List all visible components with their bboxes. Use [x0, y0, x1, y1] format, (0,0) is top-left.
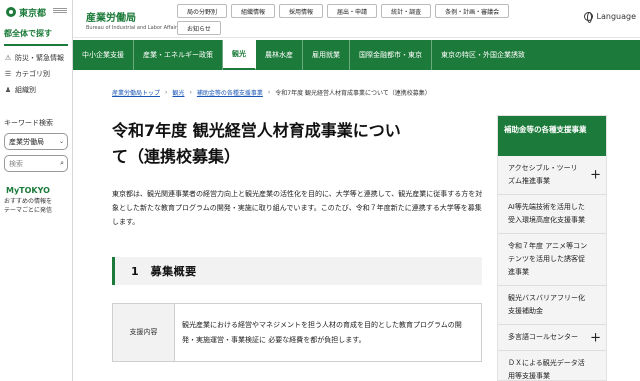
- scope-select-value: 産業労働局: [9, 137, 44, 146]
- nav-item-employment[interactable]: 雇用就業: [303, 40, 350, 70]
- nav-item-finance-city[interactable]: 国際金融都市・東京: [350, 40, 432, 70]
- bureau-name-jp: 産業労働局: [86, 13, 136, 24]
- header-button-recruitment[interactable]: 採用情報: [279, 4, 324, 18]
- logo-text: 東京都: [19, 8, 47, 19]
- org-icon: ♟: [4, 86, 12, 94]
- header-button-news[interactable]: お知らせ: [177, 21, 221, 35]
- breadcrumb-link-tourism[interactable]: 観光: [172, 88, 184, 97]
- section-heading: 1 募集概要: [112, 257, 482, 285]
- related-item-bus-barrier-free[interactable]: 観光バスバリアフリー化支援補助金: [498, 286, 606, 325]
- bureau-logo[interactable]: 産業労働局 Bureau of Industrial and Labor Aff…: [86, 9, 180, 31]
- mytokyo-link[interactable]: MyTOKYO: [6, 186, 72, 195]
- language-button[interactable]: Language: [583, 12, 636, 23]
- nav-item-industry-energy[interactable]: 産業・エネルギー政策: [134, 40, 223, 70]
- sidebar-item-label: 防災・緊急情報: [15, 54, 64, 62]
- sidebar-item-organization[interactable]: ♟ 組織別: [0, 82, 72, 98]
- related-item-call-center[interactable]: 多言語コールセンター +: [498, 325, 606, 351]
- related-item-ai-tech[interactable]: AI等先端技術を活用した受入環境高度化支援事業: [498, 195, 606, 234]
- related-sidebar-title[interactable]: 補助金等の各種支援事業: [498, 116, 606, 156]
- main-nav: 中小企業支援 産業・エネルギー政策 観光 農林水産 雇用就業 国際金融都市・東京…: [73, 40, 640, 70]
- sidebar-item-category[interactable]: ☰ カテゴリ別: [0, 66, 72, 82]
- overview-table: 支援内容 観光産業における経営やマネジメントを担う人材の育成を目的とした教育プロ…: [112, 303, 482, 362]
- tokyo-logo[interactable]: 東京都: [0, 0, 72, 24]
- related-item-label: 多言語コールセンター: [508, 333, 578, 341]
- mytokyo-sub-line: おすすめの情報を: [4, 198, 53, 205]
- chevron-right-icon: ›: [267, 89, 271, 96]
- page-lead: 東京都は、観光関連事業者の経営力向上と観光産業の活性化を目的に、大学等と連携して…: [112, 190, 483, 226]
- table-row: 支援内容 観光産業における経営やマネジメントを担う人材の育成を目的とした教育プロ…: [112, 303, 482, 362]
- header-button-ordinances[interactable]: 条例・計画・審議会: [435, 4, 510, 18]
- global-sidebar: 東京都 都全体で探す ⚠ 防災・緊急情報 ☰ カテゴリ別 ♟ 組織別 キーワード検索 …: [0, 0, 73, 381]
- nav-item-special-zones[interactable]: 東京の特区・外国企業誘致: [432, 40, 534, 70]
- chevron-right-icon: ›: [165, 89, 168, 96]
- table-value-cell: 観光産業における経営やマネジメントを担う人材の育成を目的とした教育プログラムの開…: [174, 303, 482, 362]
- breadcrumb-current: 令和7年度 観光経営人材育成事業について（連携校募集）: [275, 90, 431, 97]
- sidebar-list: ⚠ 防災・緊急情報 ☰ カテゴリ別 ♟ 組織別: [0, 50, 72, 98]
- scope-select[interactable]: 産業労働局 ⌄: [4, 133, 68, 150]
- alert-icon: ⚠: [4, 54, 12, 62]
- header-buttons: 局の分野別 組織情報 採用情報 届出・申請 統計・調査 条例・計画・審議会 お知…: [177, 4, 527, 35]
- keyword-search-label: キーワード検索: [4, 119, 53, 127]
- search-icon[interactable]: ⌕: [60, 159, 64, 168]
- header-button-fields[interactable]: 局の分野別: [177, 4, 228, 18]
- related-item-label: AI等先端技術を活用した受入環境高度化支援事業: [508, 203, 585, 224]
- sidebar-item-label: カテゴリ別: [15, 70, 50, 78]
- table-header-cell: 支援内容: [112, 303, 175, 362]
- sidebar-item-label: 組織別: [15, 86, 36, 94]
- related-item-label: 観光バスバリアフリー化支援補助金: [508, 294, 585, 315]
- header-button-applications[interactable]: 届出・申請: [327, 4, 378, 18]
- tokyo-emblem-icon: [6, 7, 16, 17]
- sidebar-item-emergency[interactable]: ⚠ 防災・緊急情報: [0, 50, 72, 66]
- breadcrumb-link-top[interactable]: 産業労働局トップ: [112, 88, 160, 97]
- plus-icon[interactable]: +: [590, 331, 601, 344]
- logo-decoration: [53, 8, 68, 16]
- header-button-statistics[interactable]: 統計・調査: [381, 4, 432, 18]
- page-title: 令和7年度 観光経営人材育成事業について（連携校募集）: [112, 121, 401, 166]
- related-item-label: 令和７年度 アニメ等コンテンツを活用した誘客促進事業: [508, 242, 588, 276]
- nav-item-sme-support[interactable]: 中小企業支援: [73, 40, 134, 70]
- nav-item-agriculture[interactable]: 農林水産: [256, 40, 303, 70]
- related-item-label: ＤＸによる観光データ活用等支援事業: [508, 359, 585, 380]
- related-item-dx-data[interactable]: ＤＸによる観光データ活用等支援事業: [498, 351, 606, 381]
- mytokyo-sub-line: テーマごとに発信: [4, 207, 53, 214]
- chevron-down-icon: ⌄: [58, 138, 64, 145]
- header-button-organization[interactable]: 組織情報: [231, 4, 276, 18]
- site-header: 産業労働局 Bureau of Industrial and Labor Aff…: [73, 0, 640, 38]
- related-item-label: アクセシブル・ツーリズム推進事業: [508, 164, 578, 185]
- breadcrumb: 産業労働局トップ › 観光 › 補助金等の各種支援事業 › 令和7年度 観光経営…: [112, 88, 431, 97]
- nav-item-tourism[interactable]: 観光: [223, 40, 256, 70]
- breadcrumb-link-subsidies[interactable]: 補助金等の各種支援事業: [197, 88, 263, 97]
- mytokyo-description: おすすめの情報を テーマごとに発信: [4, 197, 72, 215]
- sidebar-title: 都全体で探す: [4, 28, 68, 46]
- language-label: Language: [596, 12, 636, 21]
- bureau-name-en: Bureau of Industrial and Labor Affairs: [86, 25, 180, 31]
- related-item-anime-content[interactable]: 令和７年度 アニメ等コンテンツを活用した誘客促進事業: [498, 234, 606, 286]
- chevron-right-icon: ›: [189, 89, 192, 96]
- globe-icon: [583, 12, 593, 23]
- main-content: 産業労働局トップ › 観光 › 補助金等の各種支援事業 › 令和7年度 観光経営…: [73, 70, 493, 381]
- search-placeholder: 検索: [9, 159, 23, 168]
- list-icon: ☰: [4, 70, 12, 78]
- related-item-accessible-tourism[interactable]: アクセシブル・ツーリズム推進事業 +: [498, 156, 606, 195]
- plus-icon[interactable]: +: [590, 169, 601, 182]
- related-sidebar: 補助金等の各種支援事業 アクセシブル・ツーリズム推進事業 + AI等先端技術を活…: [497, 115, 607, 381]
- search-input[interactable]: 検索 ⌕: [4, 155, 68, 172]
